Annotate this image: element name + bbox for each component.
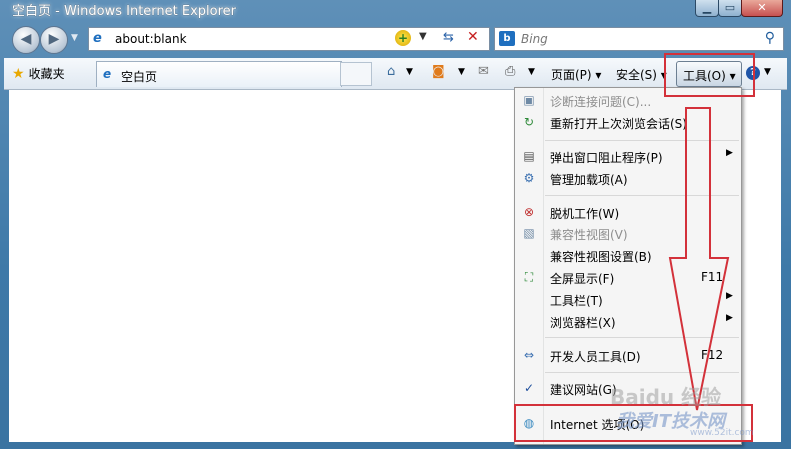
watermark-baidu: Baidu 经验 (610, 385, 722, 409)
down-arrow-shape (668, 107, 730, 411)
browser-window: 空白页 - Windows Internet Explorer ▁ ▭ ✕ ◀ … (0, 0, 791, 449)
watermark-url: www.52it.com (690, 428, 754, 438)
